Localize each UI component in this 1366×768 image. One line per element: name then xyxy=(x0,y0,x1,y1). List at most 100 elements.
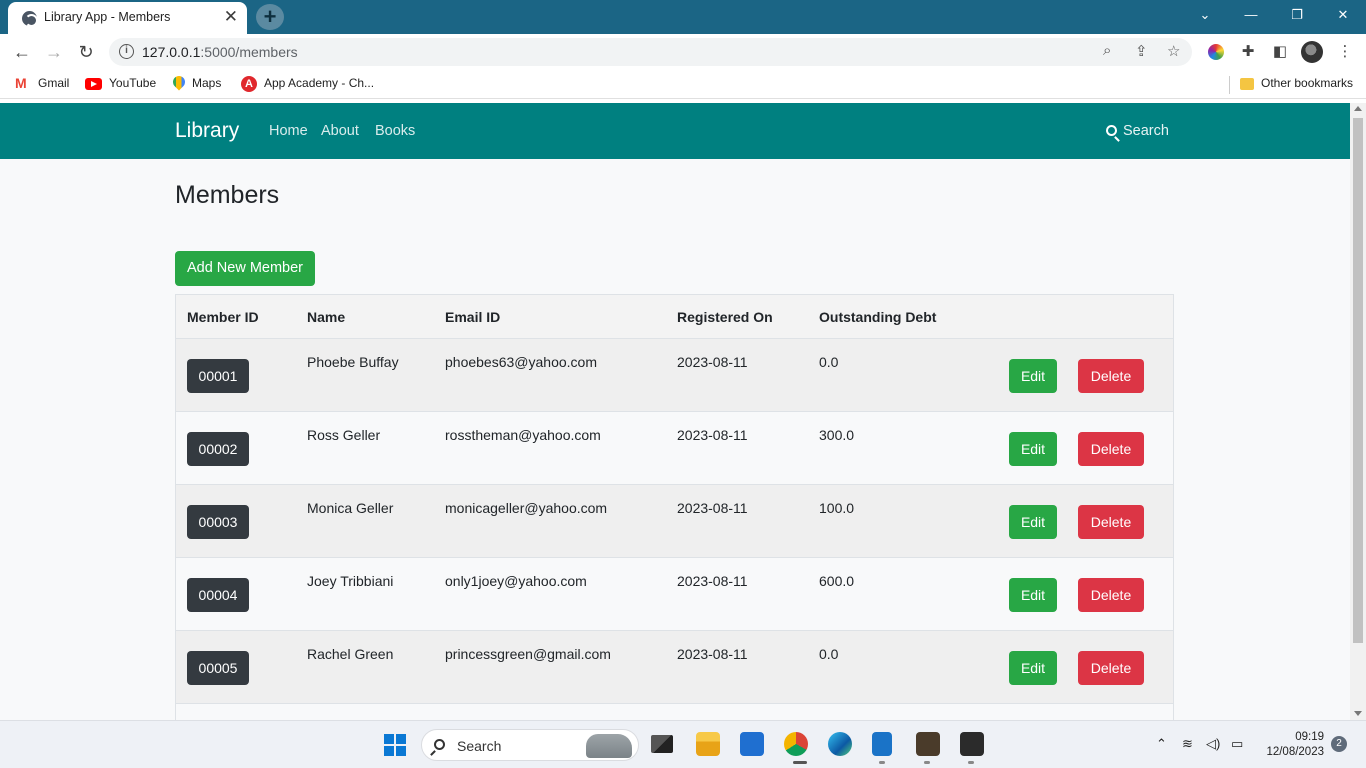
notepad-icon[interactable] xyxy=(872,732,892,756)
zoom-icon[interactable]: ⌕ xyxy=(1103,42,1111,59)
terminal-icon[interactable] xyxy=(960,732,984,756)
member-name: Phoebe Buffay xyxy=(307,354,399,370)
member-id-badge: 00004 xyxy=(187,578,249,612)
member-registered: 2023-08-11 xyxy=(677,427,748,443)
page-scrollbar[interactable] xyxy=(1350,103,1366,720)
sublime-text-icon[interactable] xyxy=(916,732,940,756)
edit-button[interactable]: Edit xyxy=(1009,432,1057,466)
globe-icon xyxy=(22,11,38,27)
back-button[interactable]: ← xyxy=(9,39,35,65)
edge-icon[interactable] xyxy=(828,732,852,756)
windows-taskbar: Search ⌃ ≋ ◁) ▭ 09:19 12/08/2023 2 xyxy=(0,720,1366,768)
scroll-down-arrow-icon[interactable] xyxy=(1354,711,1362,716)
member-debt: 0.0 xyxy=(819,646,839,662)
other-bookmarks-label: Other bookmarks xyxy=(1261,76,1354,90)
profile-avatar[interactable] xyxy=(1301,41,1323,63)
table-row: 00001 Phoebe Buffay phoebes63@yahoo.com … xyxy=(176,339,1173,412)
table-row: 00002 Ross Geller rosstheman@yahoo.com 2… xyxy=(176,412,1173,485)
url-text: 127.0.0.1:5000/members xyxy=(142,44,298,60)
column-header: Outstanding Debt xyxy=(819,309,937,325)
share-icon[interactable]: ⇪ xyxy=(1135,42,1148,60)
microsoft-store-icon[interactable] xyxy=(740,732,764,756)
nav-about-link[interactable]: About xyxy=(321,123,359,139)
scrollbar-thumb[interactable] xyxy=(1353,118,1363,643)
edit-button[interactable]: Edit xyxy=(1009,359,1057,393)
minimize-button[interactable]: — xyxy=(1228,0,1274,30)
member-registered: 2023-08-11 xyxy=(677,573,748,589)
table-row-partial xyxy=(176,704,1173,720)
member-email: monicageller@yahoo.com xyxy=(445,500,608,516)
member-name: Joey Tribbiani xyxy=(307,573,394,589)
column-header: Name xyxy=(307,309,346,325)
brand-link[interactable]: Library xyxy=(175,119,239,143)
side-panel-icon[interactable]: ◧ xyxy=(1270,42,1290,62)
terminal-running-indicator xyxy=(968,761,974,764)
tab-title: Library App - Members xyxy=(44,10,171,24)
nav-home-link[interactable]: Home xyxy=(269,123,308,139)
bookmark-youtube[interactable]: YouTube xyxy=(85,76,156,90)
bookmark-app-academy[interactable]: A App Academy - Ch... xyxy=(241,76,374,92)
column-header: Registered On xyxy=(677,309,773,325)
gmail-icon xyxy=(15,75,31,91)
url-host: 127.0.0.1 xyxy=(142,44,201,60)
other-bookmarks[interactable]: Other bookmarks xyxy=(1240,76,1353,90)
nav-search-link[interactable]: Search xyxy=(1106,123,1169,139)
delete-button[interactable]: Delete xyxy=(1078,432,1144,466)
taskbar-clock[interactable]: 09:19 12/08/2023 xyxy=(1262,730,1324,760)
bookmark-label: App Academy - Ch... xyxy=(264,76,375,91)
browser-tab[interactable]: Library App - Members ✕ xyxy=(8,2,247,34)
members-table: Member ID Name Email ID Registered On Ou… xyxy=(175,294,1174,720)
column-header: Member ID xyxy=(187,309,259,325)
reload-button[interactable]: ↻ xyxy=(73,39,99,65)
folder-icon xyxy=(1240,77,1254,90)
more-menu-icon[interactable]: ⋮ xyxy=(1335,42,1355,62)
color-extension-icon[interactable] xyxy=(1208,44,1224,60)
table-row: 00005 Rachel Green princessgreen@gmail.c… xyxy=(176,631,1173,704)
page-viewport: Library Home About Books Search Members … xyxy=(0,103,1350,720)
bookmark-star-icon[interactable]: ☆ xyxy=(1167,42,1180,60)
tab-close-icon[interactable]: ✕ xyxy=(224,7,238,27)
restore-button[interactable]: ❐ xyxy=(1274,0,1320,30)
edit-button[interactable]: Edit xyxy=(1009,578,1057,612)
site-info-icon[interactable]: i xyxy=(119,44,134,59)
delete-button[interactable]: Delete xyxy=(1078,505,1144,539)
delete-button[interactable]: Delete xyxy=(1078,651,1144,685)
scroll-up-arrow-icon[interactable] xyxy=(1354,106,1362,111)
edit-button[interactable]: Edit xyxy=(1009,651,1057,685)
close-window-button[interactable]: ✕ xyxy=(1320,0,1366,30)
task-view-icon[interactable] xyxy=(651,735,673,753)
bookmark-gmail[interactable]: Gmail xyxy=(15,75,70,91)
forward-button[interactable]: → xyxy=(41,39,67,65)
wifi-icon[interactable]: ≋ xyxy=(1182,736,1193,752)
bookmark-separator xyxy=(1229,76,1230,94)
member-debt: 600.0 xyxy=(819,573,855,589)
chrome-active-indicator xyxy=(793,761,807,764)
search-icon xyxy=(1106,125,1117,136)
new-tab-button[interactable]: + xyxy=(256,4,284,30)
nav-books-link[interactable]: Books xyxy=(375,123,415,139)
tray-chevron-up-icon[interactable]: ⌃ xyxy=(1156,736,1167,752)
member-name: Rachel Green xyxy=(307,646,394,662)
notification-badge[interactable]: 2 xyxy=(1331,736,1347,752)
delete-button[interactable]: Delete xyxy=(1078,359,1144,393)
volume-icon[interactable]: ◁) xyxy=(1206,736,1220,752)
chrome-icon[interactable] xyxy=(784,732,808,756)
windows-start-icon[interactable] xyxy=(384,734,406,756)
edit-button[interactable]: Edit xyxy=(1009,505,1057,539)
notepad-running-indicator xyxy=(879,761,885,764)
bookmark-label: Gmail xyxy=(38,76,70,90)
tab-search-chevron-icon[interactable]: ⌄ xyxy=(1182,0,1228,30)
taskbar-search-box[interactable]: Search xyxy=(421,729,639,761)
maps-icon xyxy=(173,76,185,92)
bookmark-maps[interactable]: Maps xyxy=(173,76,221,92)
file-explorer-icon[interactable] xyxy=(696,732,720,756)
extensions-puzzle-icon[interactable]: ✚ xyxy=(1238,42,1258,62)
member-email: princessgreen@gmail.com xyxy=(445,646,611,662)
add-new-member-button[interactable]: Add New Member xyxy=(175,251,315,286)
bookmark-label: Maps xyxy=(192,76,222,91)
table-row: 00004 Joey Tribbiani only1joey@yahoo.com… xyxy=(176,558,1173,631)
address-bar[interactable]: i 127.0.0.1:5000/members ⌕ ⇪ ☆ xyxy=(109,38,1192,66)
battery-icon[interactable]: ▭ xyxy=(1231,736,1243,752)
delete-button[interactable]: Delete xyxy=(1078,578,1144,612)
table-header-row: Member ID Name Email ID Registered On Ou… xyxy=(176,295,1173,339)
